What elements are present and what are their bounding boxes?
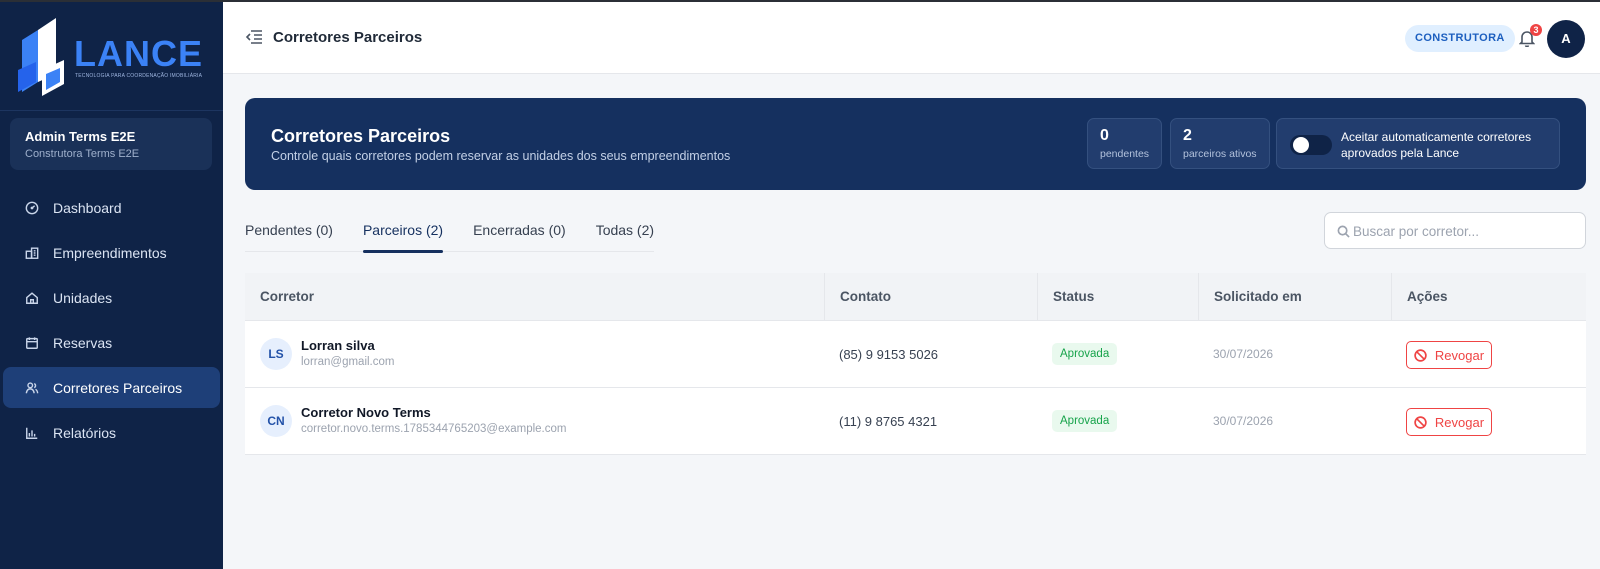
auto-accept-toggle[interactable]	[1290, 135, 1332, 155]
broker-email: corretor.novo.terms.1785344765203@exampl…	[301, 423, 567, 435]
page-banner: Corretores Parceiros Controle quais corr…	[245, 98, 1586, 190]
sidebar-item-label: Empreendimentos	[53, 244, 167, 261]
sidebar-item-corretores-parceiros[interactable]: Corretores Parceiros	[3, 367, 220, 408]
tab-encerradas[interactable]: Encerradas (0)	[473, 218, 566, 251]
column-header-corretor: Corretor	[260, 289, 315, 304]
logo-tagline: TECNOLOGIA PARA COORDENAÇÃO IMOBILIÁRIA	[75, 73, 203, 79]
user-name: Admin Terms E2E	[25, 129, 136, 144]
banner-subtitle: Controle quais corretores podem reservar…	[271, 149, 731, 163]
table-header: Corretor Contato Status Solicitado em Aç…	[245, 273, 1586, 321]
top-header: Corretores Parceiros CONSTRUTORA 3 A	[223, 2, 1600, 74]
column-header-contato: Contato	[824, 273, 1037, 321]
role-badge: CONSTRUTORA	[1405, 25, 1515, 52]
window-top-border	[0, 0, 1600, 2]
sidebar-nav: Dashboard Empreendimentos Unidades Reser…	[3, 187, 220, 457]
broker-avatar: CN	[260, 405, 292, 437]
revoke-button[interactable]: Revogar	[1406, 341, 1492, 369]
requested-date: 30/07/2026	[1213, 347, 1274, 361]
lance-logo[interactable]: LANCE TECNOLOGIA PARA COORDENAÇÃO IMOBIL…	[16, 18, 211, 96]
search-box	[1324, 212, 1586, 249]
sidebar-item-unidades[interactable]: Unidades	[3, 277, 220, 318]
search-icon	[1337, 225, 1350, 238]
user-card[interactable]: Admin Terms E2E Construtora Terms E2E	[10, 118, 212, 170]
ban-icon	[1414, 348, 1427, 362]
sidebar-item-reservas[interactable]: Reservas	[3, 322, 220, 363]
filter-tabs: Pendentes (0) Parceiros (2) Encerradas (…	[245, 218, 655, 253]
table-row: CN Corretor Novo Terms corretor.novo.ter…	[245, 388, 1586, 455]
stat-pendentes: 0 pendentes	[1087, 118, 1162, 169]
broker-name: Lorran silva	[301, 338, 375, 353]
user-company: Construtora Terms E2E	[25, 148, 140, 160]
buildings-icon	[25, 246, 39, 260]
bar-chart-icon	[25, 426, 39, 440]
sidebar-item-label: Reservas	[53, 334, 113, 351]
users-icon	[25, 381, 39, 395]
status-badge: Aprovada	[1052, 410, 1118, 432]
revoke-label: Revogar	[1434, 414, 1485, 430]
partners-table: Corretor Contato Status Solicitado em Aç…	[245, 273, 1586, 455]
tab-parceiros[interactable]: Parceiros (2)	[362, 218, 444, 253]
sidebar-item-label: Dashboard	[53, 199, 122, 216]
stat-parceiros-ativos: 2 parceiros ativos	[1170, 118, 1270, 169]
sidebar: LANCE TECNOLOGIA PARA COORDENAÇÃO IMOBIL…	[0, 0, 223, 569]
logo-text: LANCE	[74, 33, 203, 74]
ban-icon	[1414, 415, 1427, 429]
status-badge: Aprovada	[1052, 343, 1118, 365]
stat-value: 0	[1100, 127, 1109, 144]
home-icon	[25, 291, 39, 305]
tab-pendentes[interactable]: Pendentes (0)	[245, 218, 333, 251]
column-header-solicitado-em: Solicitado em	[1198, 273, 1391, 321]
auto-accept-label: Aceitar automaticamente corretores aprov…	[1341, 130, 1532, 160]
auto-accept-box: Aceitar automaticamente corretores aprov…	[1276, 118, 1560, 169]
stat-label: parceiros ativos	[1183, 148, 1257, 160]
collapse-menu-icon[interactable]	[245, 29, 263, 45]
table-row: LS Lorran silva lorran@gmail.com (85) 9 …	[245, 321, 1586, 388]
tab-todas[interactable]: Todas (2)	[596, 218, 654, 251]
logo-building-icon	[18, 18, 64, 96]
broker-email: lorran@gmail.com	[301, 356, 395, 368]
notification-count-badge: 3	[1530, 24, 1542, 36]
broker-avatar: LS	[260, 338, 292, 370]
search-input[interactable]	[1353, 221, 1573, 241]
broker-name: Corretor Novo Terms	[301, 405, 431, 420]
broker-contact: (11) 9 8765 4321	[839, 414, 938, 429]
banner-title: Corretores Parceiros	[271, 126, 451, 146]
stat-value: 2	[1183, 127, 1192, 144]
sidebar-item-dashboard[interactable]: Dashboard	[3, 187, 220, 228]
page-title: Corretores Parceiros	[273, 29, 423, 46]
dashboard-icon	[25, 201, 39, 215]
column-header-acoes: Ações	[1391, 273, 1586, 321]
stat-label: pendentes	[1100, 148, 1150, 160]
revoke-label: Revogar	[1434, 347, 1485, 363]
requested-date: 30/07/2026	[1213, 414, 1274, 428]
calendar-icon	[25, 336, 39, 350]
sidebar-item-label: Relatórios	[53, 424, 117, 441]
column-header-status: Status	[1037, 273, 1198, 321]
sidebar-item-empreendimentos[interactable]: Empreendimentos	[3, 232, 220, 273]
broker-contact: (85) 9 9153 5026	[839, 347, 939, 362]
user-avatar[interactable]: A	[1547, 20, 1585, 58]
sidebar-divider	[0, 110, 223, 111]
sidebar-item-label: Unidades	[53, 289, 113, 306]
sidebar-item-relatorios[interactable]: Relatórios	[3, 412, 220, 453]
revoke-button[interactable]: Revogar	[1406, 408, 1492, 436]
toggle-knob	[1293, 137, 1309, 153]
sidebar-item-label: Corretores Parceiros	[53, 379, 183, 396]
